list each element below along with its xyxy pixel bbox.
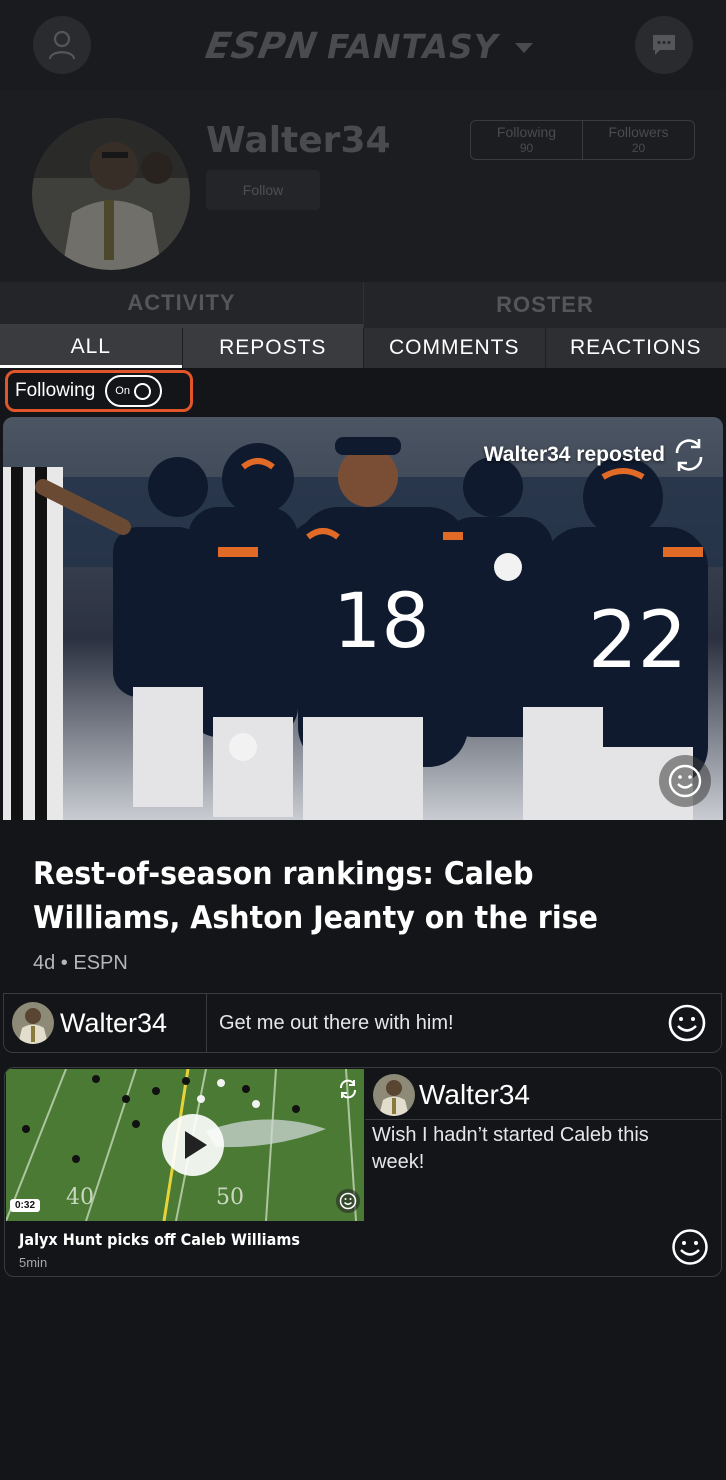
video-comment-text: Wish I hadn’t started Caleb this week! — [372, 1124, 649, 1173]
smiley-icon[interactable] — [669, 1226, 711, 1268]
profile-username: Walter34 — [206, 120, 391, 161]
tab-reactions[interactable]: REACTIONS — [544, 328, 726, 368]
add-reaction-button[interactable] — [336, 1189, 360, 1213]
article-meta: 4d • ESPN — [33, 952, 128, 974]
tab-all[interactable]: ALL — [0, 328, 182, 368]
video-age: 5min — [19, 1255, 48, 1270]
divider — [365, 1119, 721, 1120]
video-thumbnail[interactable]: 40 50 0:32 — [6, 1069, 364, 1221]
brand-fantasy: FANTASY — [327, 26, 499, 66]
chat-bubble-icon — [653, 35, 675, 55]
following-stat[interactable]: Following 90 — [471, 121, 582, 159]
activity-sub-tabs: ALL REPOSTS COMMENTS REACTIONS — [0, 328, 726, 368]
follow-stats: Following 90 Followers 20 — [470, 120, 695, 160]
repost-icon[interactable] — [336, 1077, 360, 1101]
toggle-knob — [133, 382, 151, 400]
tab-activity[interactable]: ACTIVITY — [0, 282, 363, 328]
tab-comments[interactable]: COMMENTS — [363, 328, 545, 368]
toggle-state-label: On — [115, 385, 130, 397]
following-stat-label: Following — [496, 124, 557, 140]
following-filter: Following On — [5, 370, 193, 412]
profile-button[interactable] — [33, 16, 91, 74]
top-bar: ESPN FANTASY — [0, 0, 726, 90]
following-filter-label: Following — [15, 380, 96, 401]
video-duration: 0:32 — [10, 1199, 41, 1212]
article-title[interactable]: Rest-of-season rankings: Caleb Williams,… — [33, 852, 622, 940]
video-title[interactable]: Jalyx Hunt picks off Caleb Williams — [19, 1230, 300, 1249]
comment-row: Walter34 Get me out there with him! — [3, 993, 722, 1053]
svg-text:50: 50 — [216, 1185, 244, 1210]
messages-button[interactable] — [635, 16, 693, 74]
svg-text:40: 40 — [66, 1185, 94, 1210]
svg-text:18: 18 — [333, 576, 430, 665]
main-tabs: ACTIVITY ROSTER — [0, 282, 726, 328]
smiley-icon — [339, 1192, 357, 1210]
espn-fantasy-logo[interactable]: ESPN FANTASY — [202, 22, 533, 70]
add-reaction-button[interactable] — [659, 755, 711, 807]
hero-article-image[interactable]: 18 22 Walter34 reposted — [3, 417, 723, 820]
comment-author[interactable]: Walter34 — [4, 994, 207, 1052]
repost-icon[interactable] — [669, 435, 709, 475]
chevron-down-icon — [514, 43, 533, 53]
play-button[interactable] — [162, 1114, 224, 1176]
avatar — [12, 1002, 54, 1044]
comment-author-name: Walter34 — [60, 1007, 168, 1038]
repost-label: Walter34 reposted — [483, 443, 665, 466]
comment-text: Get me out there with him! — [219, 1011, 454, 1034]
smiley-icon[interactable] — [665, 1001, 709, 1045]
video-comment-author[interactable]: Walter34 — [373, 1074, 530, 1116]
tab-reposts[interactable]: REPOSTS — [181, 328, 363, 368]
followers-stat-count: 20 — [631, 141, 646, 155]
smiley-icon — [668, 764, 702, 798]
football-players-photo: 18 22 — [3, 417, 723, 820]
following-toggle[interactable]: On — [105, 375, 163, 407]
tab-roster[interactable]: ROSTER — [363, 282, 726, 328]
video-comment-author-name: Walter34 — [419, 1079, 531, 1110]
avatar[interactable] — [32, 118, 190, 270]
followers-stat-label: Followers — [608, 124, 669, 140]
svg-text:22: 22 — [588, 596, 687, 686]
following-stat-count: 90 — [519, 141, 534, 155]
brand-espn: ESPN — [202, 25, 321, 67]
followers-stat[interactable]: Followers 20 — [582, 121, 694, 159]
profile-header: Walter34 Follow Following 90 Followers 2… — [0, 90, 726, 282]
follow-button[interactable]: Follow — [206, 170, 320, 210]
user-icon — [48, 30, 76, 60]
video-post-card: 40 50 0:32 Jalyx Hunt picks off Caleb Wi… — [4, 1067, 722, 1277]
avatar — [373, 1074, 415, 1116]
